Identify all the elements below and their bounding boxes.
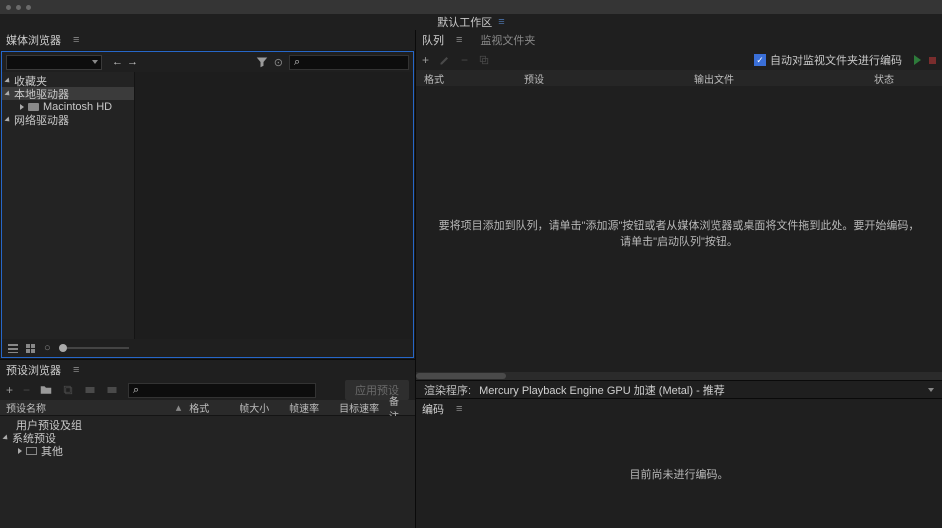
workspace-menu-icon[interactable]: ≡	[498, 16, 504, 28]
queue-columns: 格式 预设 输出文件 状态	[416, 70, 942, 86]
start-queue-button[interactable]	[914, 55, 921, 65]
remove-preset-icon: −	[23, 383, 30, 397]
media-content-area[interactable]	[135, 72, 413, 339]
traffic-light-close[interactable]	[6, 5, 11, 10]
qcol-preset[interactable]: 预设	[524, 71, 694, 86]
tree-local-drives[interactable]: 本地驱动器	[2, 87, 134, 100]
queue-edit-icon	[439, 54, 451, 66]
media-browser-panel: ← → ⊙ ⌕ 收藏夹 本地驱动器 Macintosh HD 网络驱动器	[1, 51, 414, 358]
media-search-input[interactable]: ⌕	[289, 55, 409, 70]
zoom-slider[interactable]	[59, 347, 129, 349]
encode-tab[interactable]: 编码	[422, 401, 444, 417]
panel-menu-icon[interactable]: ≡	[73, 364, 79, 376]
panel-menu-icon[interactable]: ≡	[456, 403, 462, 415]
chevron-down-icon[interactable]	[928, 388, 934, 392]
preset-browser-panel: 预设浏览器 ≡ + − ⌕ 应用预设 预设名称 ▴ 格式 帧大小 帧速率 目标速…	[0, 359, 415, 528]
render-label: 渲染程序:	[424, 382, 471, 398]
render-select[interactable]: Mercury Playback Engine GPU 加速 (Metal) -…	[479, 382, 920, 398]
col-target-rate[interactable]: 目标速率	[339, 400, 389, 415]
path-combo[interactable]	[6, 55, 102, 70]
preset-search-input[interactable]: ⌕	[128, 383, 316, 398]
preset-tree[interactable]: 用户预设及组 系统预设 其他	[0, 416, 415, 528]
auto-encode-checkbox[interactable]: ✓	[754, 54, 766, 66]
traffic-light-min[interactable]	[16, 5, 21, 10]
col-frame-size[interactable]: 帧大小	[239, 400, 289, 415]
nav-back-icon[interactable]: ←	[112, 56, 123, 68]
queue-drop-area[interactable]: 要将项目添加到队列，请单击"添加源"按钮或者从媒体浏览器或桌面将文件拖到此处。要…	[416, 86, 942, 380]
grid-view-icon[interactable]	[26, 344, 36, 353]
add-preset-icon[interactable]: +	[6, 383, 13, 397]
queue-toolbar: + − ✓ 自动对监视文件夹进行编码	[416, 50, 942, 70]
tree-network-drives[interactable]: 网络驱动器	[2, 113, 134, 126]
watch-folder-tab[interactable]: 监视文件夹	[480, 32, 535, 48]
col-frame-rate[interactable]: 帧速率	[289, 400, 339, 415]
queue-tab[interactable]: 队列	[422, 32, 444, 48]
media-browser-tab[interactable]: 媒体浏览器	[6, 32, 61, 48]
media-tree[interactable]: 收藏夹 本地驱动器 Macintosh HD 网络驱动器	[2, 72, 135, 339]
col-preset-name[interactable]: 预设名称	[6, 400, 186, 415]
media-browser-header: 媒体浏览器 ≡	[0, 30, 415, 50]
preset-folder-icon[interactable]	[40, 384, 52, 396]
panel-menu-icon[interactable]: ≡	[456, 34, 462, 46]
auto-encode-label: 自动对监视文件夹进行编码	[770, 52, 902, 68]
workspace-bar: 默认工作区 ≡	[0, 14, 942, 30]
traffic-light-max[interactable]	[26, 5, 31, 10]
preset-toolbar: + − ⌕ 应用预设	[0, 380, 415, 400]
remove-item-icon: −	[461, 53, 468, 67]
media-footer: ○	[2, 339, 413, 357]
tree-other-presets[interactable]: 其他	[0, 444, 415, 457]
qcol-output[interactable]: 输出文件	[694, 71, 874, 86]
preset-columns: 预设名称 ▴ 格式 帧大小 帧速率 目标速率 备注	[0, 400, 415, 416]
add-source-icon[interactable]: +	[422, 53, 429, 67]
queue-scrollbar[interactable]	[416, 372, 942, 380]
preset-dup-icon	[62, 384, 74, 396]
workspace-label[interactable]: 默认工作区	[437, 14, 492, 30]
encode-panel: 编码 ≡ 目前尚未进行编码。	[416, 398, 942, 528]
qcol-format[interactable]: 格式	[424, 71, 524, 86]
list-view-icon[interactable]	[8, 344, 18, 353]
encode-body: 目前尚未进行编码。	[416, 419, 942, 528]
monitor-icon	[26, 447, 37, 455]
filter-icon[interactable]	[256, 56, 268, 68]
media-toolbar: ← → ⊙ ⌕	[2, 52, 413, 72]
queue-header: 队列 ≡ 监视文件夹	[416, 30, 942, 50]
drive-icon	[28, 103, 39, 111]
render-row: 渲染程序: Mercury Playback Engine GPU 加速 (Me…	[416, 380, 942, 398]
search-icon[interactable]: ⊙	[274, 56, 283, 69]
zoom-dot-icon: ○	[44, 342, 51, 354]
queue-hint: 要将项目添加到队列，请单击"添加源"按钮或者从媒体浏览器或桌面将文件拖到此处。要…	[416, 217, 942, 249]
tree-user-presets[interactable]: 用户预设及组	[0, 418, 415, 431]
panel-menu-icon[interactable]: ≡	[73, 34, 79, 46]
nav-fwd-icon[interactable]: →	[127, 56, 138, 68]
titlebar	[0, 0, 942, 14]
preset-import-icon	[84, 384, 96, 396]
preset-browser-tab[interactable]: 预设浏览器	[6, 362, 61, 378]
qcol-status[interactable]: 状态	[874, 71, 894, 86]
preset-export-icon	[106, 384, 118, 396]
col-format[interactable]: 格式	[189, 400, 239, 415]
stop-queue-button	[929, 57, 936, 64]
queue-dup-icon	[478, 54, 490, 66]
encode-message: 目前尚未进行编码。	[630, 466, 729, 482]
